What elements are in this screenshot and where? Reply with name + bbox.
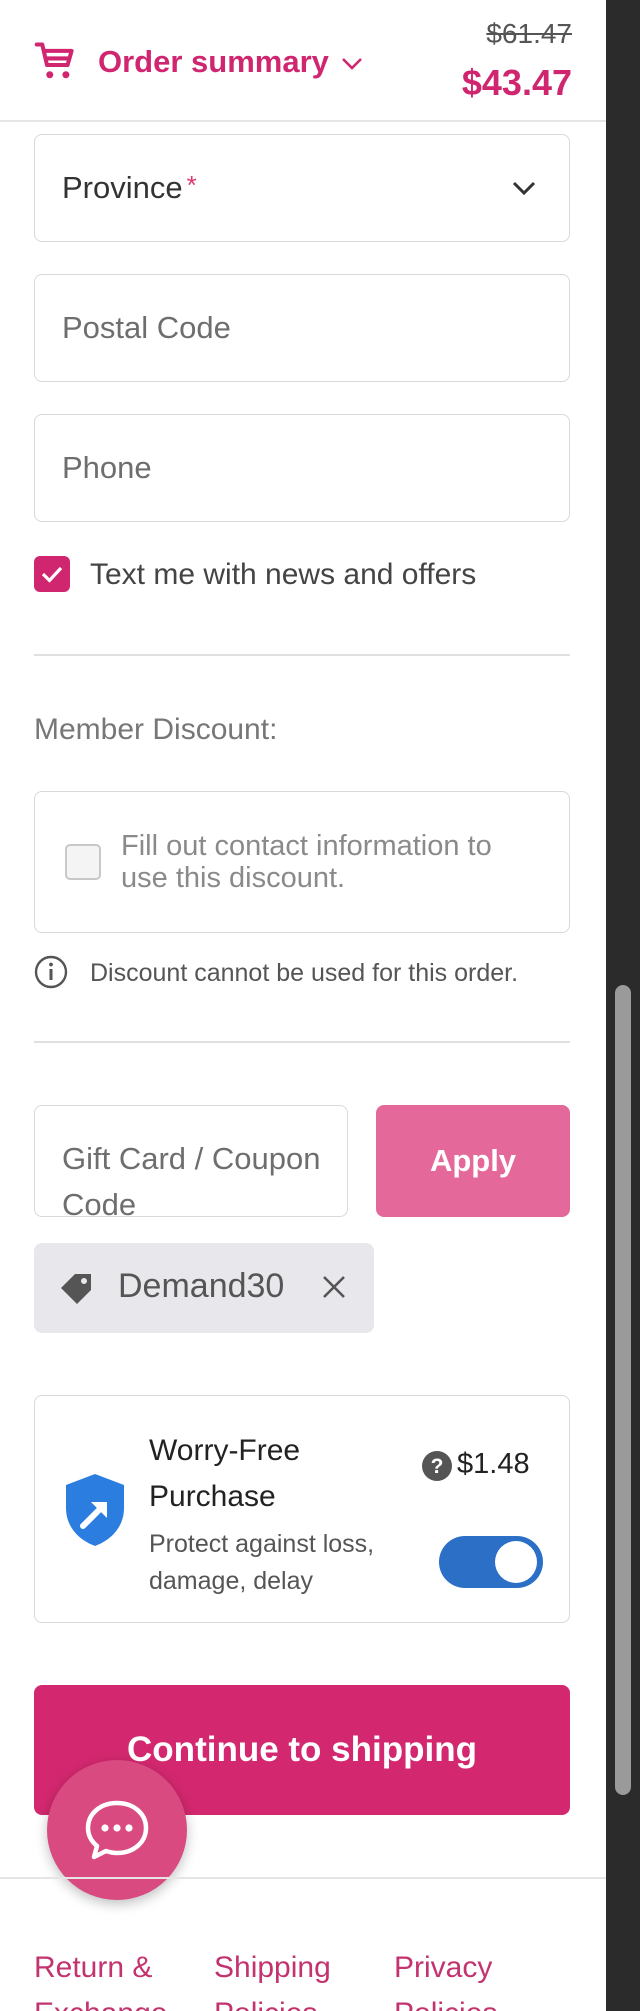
total-price: $43.47	[461, 62, 572, 103]
province-label: Province	[62, 170, 183, 205]
coupon-code-field[interactable]: Gift Card / Coupon Code	[34, 1105, 348, 1222]
chat-icon	[85, 1800, 149, 1860]
svg-text:?: ?	[431, 1455, 444, 1478]
member-discount-checkbox[interactable]	[65, 844, 101, 880]
postal-code-field[interactable]: Postal Code	[34, 274, 570, 382]
order-summary-toggle[interactable]: Order summary	[98, 44, 329, 80]
original-price: $61.47	[486, 18, 572, 49]
chevron-down-icon	[512, 181, 536, 196]
close-icon[interactable]	[320, 1273, 348, 1301]
tag-icon	[61, 1274, 91, 1304]
required-mark: *	[186, 170, 197, 200]
province-select[interactable]: Province *	[34, 134, 570, 242]
marketing-checkbox[interactable]	[34, 556, 70, 592]
phone-placeholder: Phone	[62, 450, 152, 485]
shield-icon	[66, 1474, 124, 1546]
apply-button[interactable]: Apply	[376, 1105, 570, 1217]
discount-info-text: Discount cannot be used for this order.	[90, 959, 519, 987]
footer-divider	[0, 1877, 606, 1879]
chat-button[interactable]	[47, 1760, 187, 1900]
phone-field[interactable]: Phone	[34, 414, 570, 522]
protection-title: Worry-Free Purchase	[149, 1434, 301, 1513]
member-discount-box: Fill out contact information to use this…	[34, 791, 570, 933]
checkout-page: Order summary $61.47 $43.47 Province * Po…	[0, 0, 606, 2011]
scrollbar[interactable]	[606, 0, 640, 2011]
toggle-knob	[495, 1541, 537, 1583]
member-discount-text: Fill out contact information to use this…	[121, 830, 492, 894]
member-discount-label: Member Discount:	[34, 713, 278, 746]
divider	[34, 1041, 570, 1043]
divider	[34, 654, 570, 656]
applied-coupon-code: Demand30	[118, 1267, 285, 1305]
protection-subtitle: Protect against loss, damage, delay	[149, 1530, 375, 1595]
applied-coupon-chip: Demand30	[34, 1243, 374, 1333]
help-icon[interactable]: ?	[421, 1450, 453, 1482]
protection-price: $1.48	[457, 1448, 530, 1480]
footer-link-privacy[interactable]: Privacy Policies	[394, 1945, 544, 2011]
scrollbar-thumb[interactable]	[615, 985, 631, 1795]
worry-free-protection: Worry-Free Purchase Protect against loss…	[34, 1395, 570, 1623]
footer-link-returns[interactable]: Return & Exchange	[34, 1945, 184, 2011]
checkmark-icon	[41, 566, 63, 583]
chevron-down-icon	[342, 58, 362, 70]
order-summary-header[interactable]: Order summary $61.47 $43.47	[0, 0, 606, 122]
marketing-checkbox-label: Text me with news and offers	[90, 558, 477, 591]
cart-icon	[34, 42, 74, 79]
protection-toggle[interactable]	[439, 1536, 543, 1588]
postal-code-placeholder: Postal Code	[62, 310, 231, 345]
info-icon	[34, 955, 68, 989]
footer-link-shipping[interactable]: Shipping Policies	[214, 1945, 364, 2011]
coupon-code-placeholder: Gift Card / Coupon Code	[62, 1141, 321, 1222]
